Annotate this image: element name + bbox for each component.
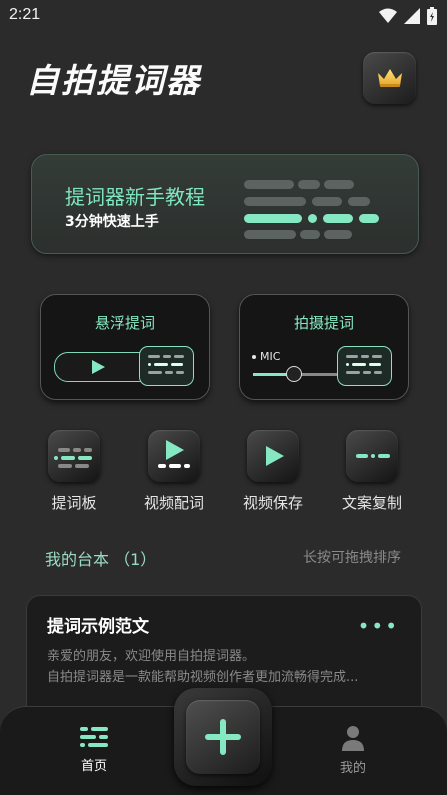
script-preview-line: 亲爱的朋友，欢迎使用自拍提词器。 xyxy=(47,649,256,664)
tutorial-banner[interactable]: 提词器新手教程 3分钟快速上手 xyxy=(31,154,419,254)
teleprompter-board-icon xyxy=(48,430,100,482)
wifi-icon xyxy=(379,8,397,23)
shortcut-label: 视频保存 xyxy=(242,494,303,512)
copy-text-icon xyxy=(346,430,398,482)
user-icon xyxy=(342,726,364,751)
tutorial-title: 提词器新手教程 xyxy=(65,185,205,209)
script-preview-line: 自拍提词器是一款能帮助视频创作者更加流畅得完成... xyxy=(47,670,359,685)
app-title: 自拍提词器 xyxy=(26,61,201,100)
vip-button[interactable] xyxy=(363,52,416,104)
video-save-icon xyxy=(247,430,299,482)
mini-prompt-icon xyxy=(139,346,194,386)
mic-label: MIC xyxy=(260,350,281,363)
camera-prompt-label: 拍摄提词 xyxy=(293,314,354,332)
plus-icon xyxy=(205,719,241,755)
tab-profile-label: 我的 xyxy=(339,761,366,776)
shortcut-label: 文案复制 xyxy=(341,494,402,512)
crown-icon xyxy=(377,69,402,87)
mini-prompt-icon xyxy=(337,346,392,386)
status-icons xyxy=(379,7,437,25)
play-icon xyxy=(92,360,105,374)
shortcut-label: 提词板 xyxy=(51,494,97,512)
tutorial-subtitle: 3分钟快速上手 xyxy=(65,214,159,230)
mic-indicator: MIC xyxy=(252,350,280,363)
more-options-icon[interactable]: ••• xyxy=(358,614,399,638)
shortcut-copy-text[interactable]: 文案复制 xyxy=(322,430,422,513)
shortcut-label: 视频配词 xyxy=(143,494,204,512)
mic-level-slider xyxy=(253,366,343,382)
signal-icon xyxy=(404,8,420,24)
shortcut-video-save[interactable]: 视频保存 xyxy=(223,430,323,513)
tab-home[interactable]: 首页 xyxy=(59,725,129,774)
add-button-face xyxy=(186,700,260,774)
scripts-section-title: 我的台本 （1） xyxy=(45,550,157,569)
scripts-section-hint: 长按可拖拽排序 xyxy=(303,550,401,566)
home-list-icon xyxy=(80,725,108,749)
shortcut-video-lyrics[interactable]: 视频配词 xyxy=(124,430,224,513)
add-script-button[interactable] xyxy=(174,688,272,786)
battery-icon xyxy=(427,7,437,25)
script-title: 提词示例范文 xyxy=(47,617,149,637)
script-preview: 亲爱的朋友，欢迎使用自拍提词器。 自拍提词器是一款能帮助视频创作者更加流畅得完成… xyxy=(47,646,401,688)
video-lyrics-icon xyxy=(148,430,200,482)
floating-prompt-card[interactable]: 悬浮提词 xyxy=(40,294,210,400)
status-time: 2:21 xyxy=(9,6,41,23)
tab-profile[interactable]: 我的 xyxy=(318,725,388,776)
tab-home-label: 首页 xyxy=(80,759,107,774)
floating-prompt-label: 悬浮提词 xyxy=(94,314,155,332)
camera-prompt-card[interactable]: 拍摄提词 MIC xyxy=(239,294,409,400)
status-bar: 2:21 xyxy=(0,0,447,32)
shortcut-teleprompter-board[interactable]: 提词板 xyxy=(24,430,124,513)
